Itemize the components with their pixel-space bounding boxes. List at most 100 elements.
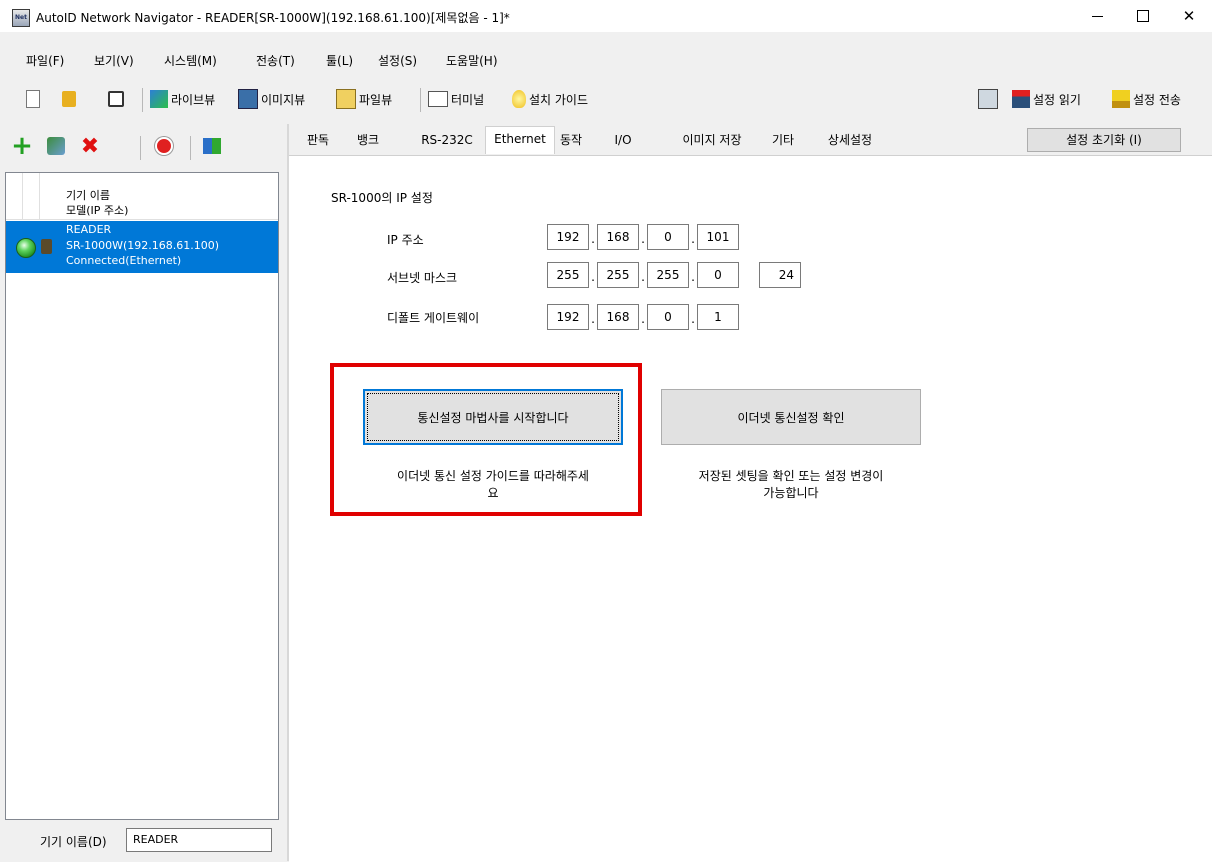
- toolbar-separator: [140, 136, 141, 160]
- main-toolbar: 라이브뷰 이미지뷰 파일뷰 터미널 설치 가이드 설정 읽기 설정 전송: [0, 80, 1212, 120]
- gateway-octet-3[interactable]: 0: [647, 304, 689, 330]
- file-view-button[interactable]: 파일뷰: [336, 88, 392, 110]
- device-info-button[interactable]: [978, 88, 1001, 110]
- add-device-button[interactable]: +: [10, 131, 34, 161]
- subnet-mask-label: 서브넷 마스크: [387, 271, 458, 285]
- send-settings-label: 설정 전송: [1133, 92, 1181, 107]
- device-list: 기기 이름 모델(IP 주소) READER SR-1000W(192.168.…: [5, 172, 279, 820]
- gateway-octet-4[interactable]: 1: [697, 304, 739, 330]
- column-divider: [22, 173, 23, 219]
- tab-operation[interactable]: 동작: [551, 128, 591, 153]
- read-settings-label: 설정 읽기: [1033, 92, 1081, 107]
- subnet-octet-1[interactable]: 255: [547, 262, 589, 288]
- tab-bank[interactable]: 뱅크: [347, 128, 389, 153]
- live-view-icon: [150, 90, 168, 108]
- device-status: Connected(Ethernet): [66, 254, 182, 267]
- gateway-octet-2[interactable]: 168: [597, 304, 639, 330]
- tab-other[interactable]: 기타: [763, 128, 803, 153]
- subnet-octet-2[interactable]: 255: [597, 262, 639, 288]
- close-button[interactable]: ✕: [1166, 0, 1212, 32]
- menu-settings[interactable]: 설정(S): [378, 52, 417, 69]
- disconnect-button[interactable]: [152, 134, 176, 158]
- ip-octet-3[interactable]: 0: [647, 224, 689, 250]
- delete-device-button[interactable]: ✖: [78, 133, 102, 159]
- device-row[interactable]: READER SR-1000W(192.168.61.100) Connecte…: [6, 221, 278, 273]
- menu-view[interactable]: 보기(V): [94, 52, 134, 69]
- network-search-icon: [47, 137, 65, 155]
- reader-device-icon: [41, 239, 52, 254]
- search-device-button[interactable]: [44, 134, 68, 158]
- image-view-label: 이미지뷰: [261, 92, 306, 107]
- subnet-octet-4[interactable]: 0: [697, 262, 739, 288]
- column-divider: [39, 173, 40, 219]
- tab-image-save[interactable]: 이미지 저장: [667, 128, 757, 153]
- save-file-button[interactable]: [108, 88, 127, 110]
- device-model: SR-1000W(192.168.61.100): [66, 239, 220, 252]
- ip-address-label: IP 주소: [387, 233, 424, 247]
- image-view-button[interactable]: 이미지뷰: [238, 88, 305, 110]
- subnet-prefix-field[interactable]: 24: [759, 262, 801, 288]
- default-gateway-label: 디폴트 게이트웨이: [387, 311, 480, 325]
- plus-icon: +: [11, 131, 33, 161]
- image-view-icon: [238, 89, 258, 109]
- minimize-icon: [1091, 15, 1103, 17]
- window-title: AutoID Network Navigator - READER[SR-100…: [36, 11, 510, 25]
- gateway-octet-1[interactable]: 192: [547, 304, 589, 330]
- delete-icon: ✖: [80, 133, 100, 159]
- menu-system[interactable]: 시스템(M): [164, 52, 217, 69]
- ip-dot: .: [591, 270, 595, 284]
- ip-arrow-icon: [203, 138, 221, 154]
- open-file-button[interactable]: [62, 88, 79, 110]
- ip-dot: .: [591, 312, 595, 326]
- live-view-label: 라이브뷰: [171, 92, 216, 107]
- toolbar-separator: [420, 88, 421, 112]
- maximize-button[interactable]: [1120, 0, 1166, 32]
- ip-dot: .: [641, 232, 645, 246]
- menu-file[interactable]: 파일(F): [26, 52, 64, 69]
- toolbar-separator: [142, 88, 143, 112]
- check-description-line: 저장된 셋팅을 확인 또는 설정 변경이: [698, 469, 884, 483]
- ip-setting-button[interactable]: [200, 134, 224, 158]
- reset-settings-button[interactable]: 설정 초기화 (I): [1027, 128, 1181, 152]
- save-icon: [108, 91, 124, 107]
- device-name-label: 기기 이름(D): [40, 835, 107, 849]
- send-settings-icon: [1112, 90, 1130, 108]
- ip-dot: .: [641, 312, 645, 326]
- check-ethernet-label: 이더넷 통신설정 확인: [737, 410, 845, 425]
- close-icon: ✕: [1182, 7, 1196, 25]
- menu-help[interactable]: 도움말(H): [446, 52, 498, 69]
- header-model-ip: 모델(IP 주소): [66, 204, 129, 217]
- tab-read[interactable]: 판독: [297, 128, 339, 153]
- maximize-icon: [1137, 10, 1149, 22]
- connected-status-icon: [16, 238, 36, 258]
- live-view-button[interactable]: 라이브뷰: [150, 88, 215, 110]
- menu-tools[interactable]: 툴(L): [326, 52, 353, 69]
- menu-bar: 파일(F) 보기(V) 시스템(M) 전송(T) 툴(L) 설정(S) 도움말(…: [0, 32, 1212, 72]
- menu-transfer[interactable]: 전송(T): [256, 52, 295, 69]
- subnet-octet-3[interactable]: 255: [647, 262, 689, 288]
- check-ethernet-button[interactable]: 이더넷 통신설정 확인: [661, 389, 921, 445]
- device-toolbar: + ✖: [0, 124, 287, 168]
- app-icon: Net: [12, 9, 30, 27]
- ip-octet-2[interactable]: 168: [597, 224, 639, 250]
- device-name-input[interactable]: READER: [126, 828, 272, 852]
- send-settings-button[interactable]: 설정 전송: [1112, 88, 1181, 110]
- check-description-line: 가능합니다: [763, 486, 819, 500]
- new-file-button[interactable]: [26, 88, 43, 110]
- tab-rs232c[interactable]: RS-232C: [409, 128, 485, 153]
- ip-dot: .: [641, 270, 645, 284]
- tab-ethernet[interactable]: Ethernet: [485, 126, 555, 154]
- install-guide-button[interactable]: 설치 가이드: [512, 88, 588, 110]
- ip-octet-1[interactable]: 192: [547, 224, 589, 250]
- ip-octet-4[interactable]: 101: [697, 224, 739, 250]
- disconnect-icon: [155, 137, 173, 155]
- toolbar-separator: [190, 136, 191, 160]
- tab-io[interactable]: I/O: [609, 128, 637, 153]
- ip-dot: .: [591, 232, 595, 246]
- minimize-button[interactable]: [1074, 0, 1120, 32]
- tab-advanced[interactable]: 상세설정: [819, 128, 881, 153]
- new-file-icon: [26, 90, 40, 108]
- ip-dot: .: [691, 312, 695, 326]
- read-settings-button[interactable]: 설정 읽기: [1012, 88, 1081, 110]
- terminal-button[interactable]: 터미널: [428, 88, 484, 110]
